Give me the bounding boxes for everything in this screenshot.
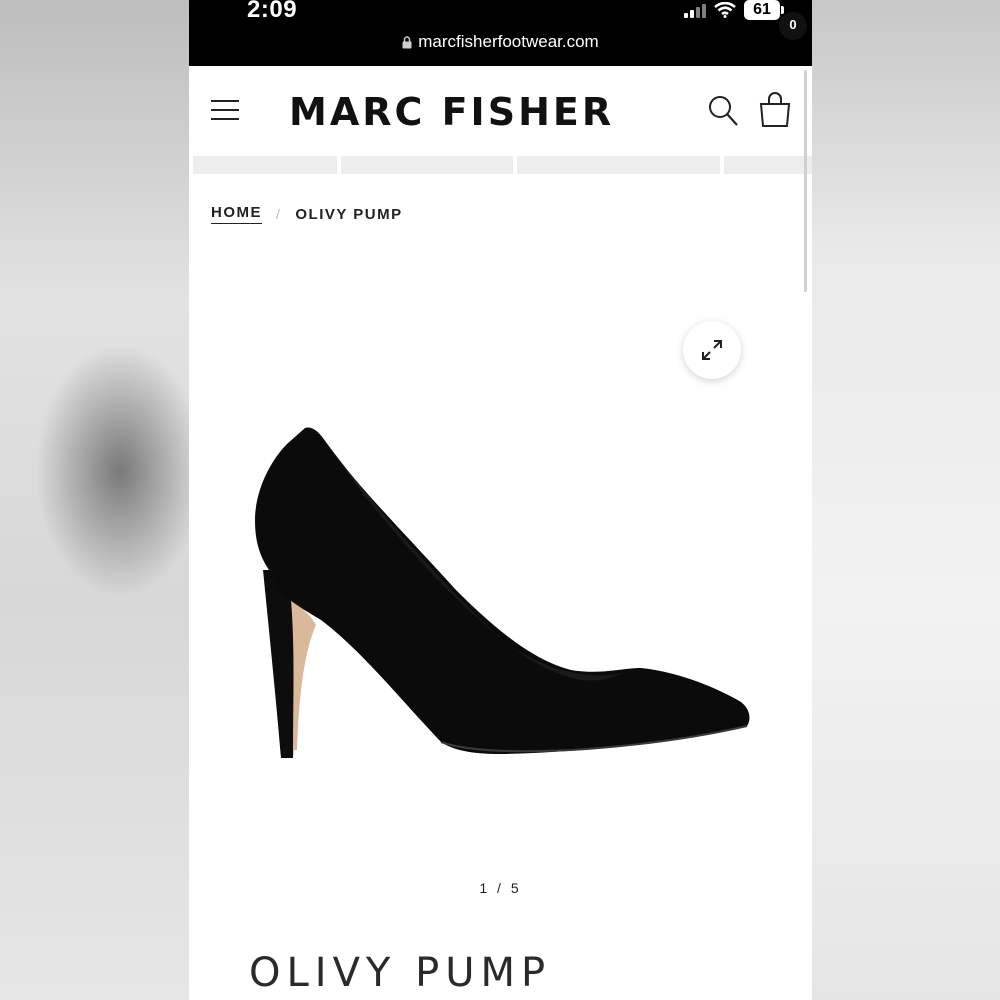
shopping-bag-icon[interactable] [757, 90, 793, 130]
phone-screen: 2:09 61 marcfisherfootwear.com MARC FISH… [189, 0, 812, 1000]
lock-icon [402, 36, 412, 49]
status-bar: 2:09 61 marcfisherfootwear.com [189, 0, 812, 66]
breadcrumb-separator: / [276, 206, 282, 222]
breadcrumb-current: OLIVY PUMP [295, 205, 403, 223]
battery-indicator: 61 [744, 0, 784, 20]
menu-button[interactable] [211, 100, 239, 120]
url-text: marcfisherfootwear.com [418, 32, 599, 51]
hamburger-icon [211, 100, 239, 102]
status-time: 2:09 [247, 0, 298, 23]
product-title: OLIVY PUMP [249, 950, 552, 996]
breadcrumb-home-link[interactable]: HOME [211, 204, 262, 224]
wifi-icon [714, 2, 736, 18]
blurred-background-left [0, 0, 189, 1000]
blurred-background-right [812, 0, 1000, 1000]
gallery-counter: 1 / 5 [479, 880, 522, 896]
site-header: MARC FISHER [189, 66, 812, 154]
cart-count-badge: 0 [779, 12, 807, 40]
url-bar[interactable]: marcfisherfootwear.com [189, 32, 812, 52]
expand-icon [702, 340, 722, 360]
cellular-signal-icon [684, 2, 706, 18]
scrollbar[interactable] [804, 70, 807, 292]
brand-logo[interactable]: MARC FISHER [289, 90, 614, 134]
status-icons: 61 [684, 0, 784, 20]
search-icon[interactable] [707, 94, 739, 128]
product-image[interactable] [241, 420, 761, 770]
expand-image-button[interactable] [683, 321, 741, 379]
breadcrumb: HOME / OLIVY PUMP [211, 204, 403, 224]
